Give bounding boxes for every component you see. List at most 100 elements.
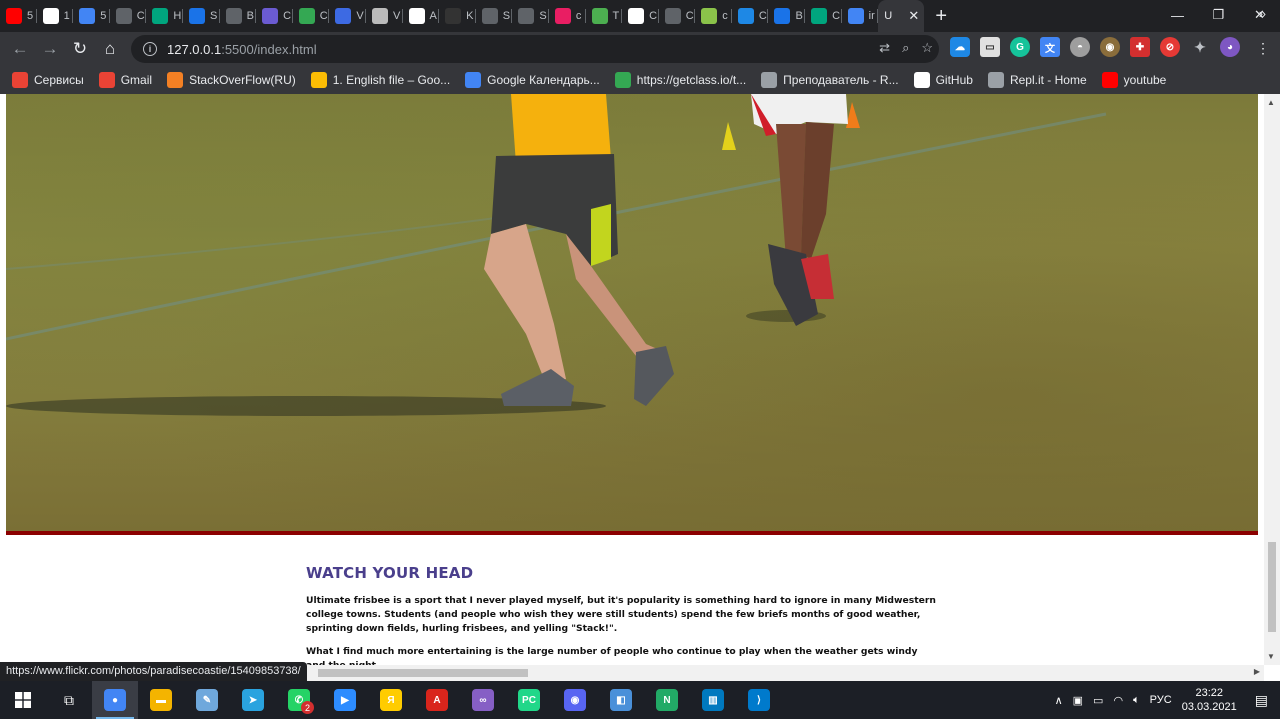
translate-ext-icon[interactable]: 文 xyxy=(1040,37,1060,57)
start-button[interactable] xyxy=(0,681,46,719)
tab-active[interactable]: U ✕ xyxy=(878,0,925,32)
star-icon[interactable]: ☆ xyxy=(921,40,933,56)
tab-23[interactable]: ir xyxy=(842,0,879,32)
tab-13[interactable]: S xyxy=(476,0,513,32)
tab-1[interactable]: 1 xyxy=(37,0,74,32)
home-icon: ⌂ xyxy=(104,39,116,58)
tab-5[interactable]: S xyxy=(183,0,220,32)
taskbar-trello[interactable]: ▥ xyxy=(690,681,736,719)
volume-icon[interactable]: 🔈︎ xyxy=(1133,694,1140,707)
info-icon[interactable]: i xyxy=(143,42,157,56)
hero-image[interactable] xyxy=(6,94,1258,535)
bookmark-0[interactable]: Сервисы xyxy=(12,72,84,88)
clock[interactable]: 23:22 03.03.2021 xyxy=(1182,686,1237,714)
tab-16[interactable]: T xyxy=(586,0,623,32)
grammarly-icon[interactable]: G xyxy=(1010,37,1030,57)
bookmark-5[interactable]: https://getclass.io/t... xyxy=(614,72,746,88)
scroll-down-icon[interactable]: ▼ xyxy=(1267,652,1275,661)
vertical-scroll-thumb[interactable] xyxy=(1268,542,1276,632)
maximize-icon[interactable]: ❐ xyxy=(1198,0,1239,30)
taskbar-visual-studio[interactable]: ∞ xyxy=(460,681,506,719)
scroll-right-icon[interactable]: ▶ xyxy=(1254,667,1260,676)
taskbar-nox[interactable]: N xyxy=(644,681,690,719)
puzzle-icon[interactable]: ✦ xyxy=(1190,37,1210,57)
taskbar-chrome[interactable]: ● xyxy=(92,681,138,719)
tab-21[interactable]: B xyxy=(768,0,805,32)
taskbar-acrobat[interactable]: A xyxy=(414,681,460,719)
drive-icon xyxy=(310,72,327,88)
tab-14[interactable]: S xyxy=(512,0,549,32)
code-icon xyxy=(225,8,242,24)
taskbar-notes[interactable]: ✎ xyxy=(184,681,230,719)
tab-label: K xyxy=(466,10,474,22)
taskbar-yandex[interactable]: Я xyxy=(368,681,414,719)
address-host: 127.0.0.1 xyxy=(167,41,222,57)
taskbar-notepad[interactable]: ◧ xyxy=(598,681,644,719)
taskbar-zoom[interactable]: ▶ xyxy=(322,681,368,719)
tab-3[interactable]: C xyxy=(110,0,147,32)
taskbar-discord[interactable]: ◉ xyxy=(552,681,598,719)
tab-9[interactable]: V xyxy=(329,0,366,32)
tab-7[interactable]: C xyxy=(256,0,293,32)
task-view-button[interactable]: ⧉ xyxy=(46,681,92,719)
tab-8[interactable]: C xyxy=(293,0,330,32)
tab-15[interactable]: c xyxy=(549,0,586,32)
tab-18[interactable]: C xyxy=(659,0,696,32)
tray-app-icon[interactable]: ▣ xyxy=(1073,694,1083,707)
menu-dots-icon[interactable]: ⋮ xyxy=(1256,40,1270,57)
bookmark-4[interactable]: Google Календарь... xyxy=(465,72,600,88)
zoom-icon[interactable]: ⌕ xyxy=(902,40,909,56)
tab-10[interactable]: V xyxy=(366,0,403,32)
bookmark-6[interactable]: Преподаватель - R... xyxy=(761,72,899,88)
wifi-icon[interactable]: ◠ xyxy=(1113,694,1123,707)
notifications-icon[interactable]: ▤ xyxy=(1255,692,1268,709)
zoom-icon: ▶ xyxy=(334,689,356,711)
coin-ext-icon[interactable]: ◉ xyxy=(1100,37,1120,57)
vertical-scrollbar[interactable]: ▲ ▼ xyxy=(1264,94,1280,665)
battery-icon[interactable]: ▭ xyxy=(1093,694,1103,707)
minimize-icon[interactable]: — xyxy=(1157,0,1198,30)
scroll-up-icon[interactable]: ▲ xyxy=(1267,98,1275,107)
tab-0[interactable]: 5 xyxy=(0,0,37,32)
bookmark-3[interactable]: 1. English file – Goo... xyxy=(310,72,450,88)
horizontal-scroll-thumb[interactable] xyxy=(318,669,528,677)
taskbar-explorer[interactable]: ▬ xyxy=(138,681,184,719)
tab-12[interactable]: K xyxy=(439,0,476,32)
tab-19[interactable]: c xyxy=(695,0,732,32)
address-url[interactable]: 127.0.0.1:5500/index.html xyxy=(167,42,317,57)
shield-icon[interactable]: ✚ xyxy=(1130,37,1150,57)
bookmark-8[interactable]: Repl.it - Home xyxy=(987,72,1087,88)
taskbar-whatsapp[interactable]: ✆ 2 xyxy=(276,681,322,719)
tab-17[interactable]: C xyxy=(622,0,659,32)
tab-2[interactable]: 5 xyxy=(73,0,110,32)
tab-20[interactable]: C xyxy=(732,0,769,32)
tab-label: S xyxy=(209,10,218,22)
profile-avatar[interactable]: ◕ xyxy=(1220,37,1240,57)
bookmark-2[interactable]: StackOverFlow(RU) xyxy=(167,72,296,88)
tab-6[interactable]: B xyxy=(220,0,257,32)
translate-icon[interactable]: ⇄ xyxy=(879,40,890,56)
bookmark-9[interactable]: youtube xyxy=(1101,72,1166,88)
adblock-icon[interactable]: ⊘ xyxy=(1160,37,1180,57)
bookmark-1[interactable]: Gmail xyxy=(98,72,152,88)
language-indicator[interactable]: РУС xyxy=(1150,694,1172,706)
address-bar[interactable]: i 127.0.0.1:5500/index.html ⇄ ⌕ ☆ xyxy=(131,35,939,63)
tab-22[interactable]: C xyxy=(805,0,842,32)
new-tab-button[interactable]: + xyxy=(924,0,958,32)
taskbar-telegram[interactable]: ➤ xyxy=(230,681,276,719)
tab-11[interactable]: A xyxy=(403,0,440,32)
taskbar-pycharm[interactable]: PC xyxy=(506,681,552,719)
card-ext-icon[interactable]: ▭ xyxy=(980,37,1000,57)
bookmark-7[interactable]: GitHub xyxy=(913,72,973,88)
tab-4[interactable]: H xyxy=(146,0,183,32)
cloud-ext-icon[interactable]: ◓ xyxy=(1070,37,1090,57)
bookmarks-overflow-icon[interactable]: » xyxy=(1259,6,1266,21)
reload-button[interactable]: ↻ xyxy=(65,34,95,64)
taskbar-vscode[interactable]: ⟩ xyxy=(736,681,782,719)
tray-chevron-icon[interactable]: ∧ xyxy=(1055,694,1063,707)
weather-ext-icon[interactable]: ☁ xyxy=(950,37,970,57)
close-tab-icon[interactable]: ✕ xyxy=(908,8,919,24)
back-button[interactable]: ← xyxy=(5,34,35,64)
forward-button[interactable]: → xyxy=(35,34,65,64)
home-button[interactable]: ⌂ xyxy=(95,34,125,64)
